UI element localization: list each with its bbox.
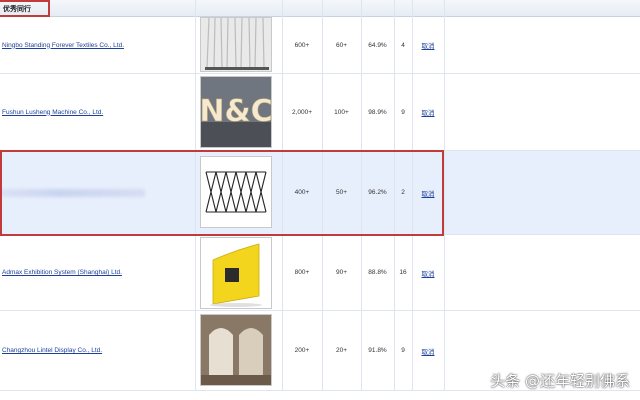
table-row: Admax Exhibition System (Shanghai) Ltd. … (0, 235, 640, 311)
count-cell: 9 (401, 108, 405, 116)
rate-cell: 96.2% (368, 189, 387, 196)
company-cell: Ningbo Standing Forever Textiles Co., Lt… (2, 0, 192, 73)
company-link[interactable]: Fushun Lusheng Machine Co., Ltd. (2, 109, 103, 116)
rate-cell: 64.9% (368, 41, 387, 49)
marquee-letters-text: N&C (201, 94, 271, 129)
table-row: Fushun Lusheng Machine Co., Ltd. N&C 2,0… (0, 74, 640, 151)
stat-cell: 800+ (294, 269, 310, 276)
cancel-link[interactable]: 取消 (422, 107, 435, 117)
count-cell: 16 (399, 269, 407, 276)
stat-cell: 60+ (335, 41, 348, 49)
corridor-arch-photo (201, 315, 271, 385)
action-cell: 取消 (412, 74, 444, 150)
product-image[interactable] (200, 156, 272, 228)
company-cell: Fushun Lusheng Machine Co., Ltd. (2, 74, 192, 150)
cancel-link[interactable]: 取消 (422, 188, 435, 198)
company-link[interactable]: Ningbo Standing Forever Textiles Co., Lt… (2, 42, 124, 49)
stat-cell: 400+ (294, 189, 310, 196)
action-cell: 取消 (412, 0, 444, 73)
company-cell: Changzhou Lintel Display Co., Ltd. (2, 311, 192, 390)
count-cell: 2 (401, 189, 405, 196)
action-cell: 取消 (412, 151, 444, 234)
rate-cell: 91.8% (368, 347, 387, 354)
stat-cell: 50+ (335, 189, 348, 196)
table-row-highlighted: 400+ 50+ 96.2% 2 取消 (0, 151, 640, 235)
company-link[interactable]: Changzhou Lintel Display Co., Ltd. (2, 347, 102, 354)
stat-cell: 20+ (335, 347, 348, 354)
yellow-backdrop-photo (201, 238, 271, 308)
stat-cell: 200+ (294, 347, 310, 354)
action-cell: 取消 (412, 235, 444, 310)
count-cell: 9 (401, 347, 405, 354)
company-link[interactable]: Admax Exhibition System (Shanghai) Ltd. (2, 269, 122, 276)
cancel-link[interactable]: 取消 (422, 268, 435, 278)
product-image[interactable]: N&C (200, 76, 272, 148)
action-cell: 取消 (412, 311, 444, 390)
stat-cell: 600+ (294, 41, 310, 49)
stat-cell: 2,000+ (291, 108, 313, 116)
cancel-link[interactable]: 取消 (422, 40, 435, 50)
marquee-letters-photo: N&C (201, 77, 271, 147)
scissor-frame-photo (201, 157, 271, 227)
stat-cell: 90+ (335, 269, 348, 276)
peer-table: Ningbo Standing Forever Textiles Co., Lt… (0, 0, 640, 400)
cancel-link[interactable]: 取消 (422, 346, 435, 356)
stat-cell: 100+ (334, 108, 349, 116)
company-cell: Admax Exhibition System (Shanghai) Ltd. (2, 235, 192, 310)
rate-cell: 88.8% (368, 269, 387, 276)
product-image[interactable] (200, 314, 272, 386)
rate-cell: 98.9% (368, 108, 387, 116)
watermark-text: 头条 @还年轻别佛系 (490, 372, 630, 390)
blurred-company-name (0, 189, 145, 197)
curtain-display-photo (201, 18, 271, 71)
product-image[interactable] (200, 237, 272, 309)
product-image[interactable] (200, 17, 272, 72)
table-row: Ningbo Standing Forever Textiles Co., Lt… (0, 0, 640, 74)
count-cell: 4 (401, 41, 405, 49)
